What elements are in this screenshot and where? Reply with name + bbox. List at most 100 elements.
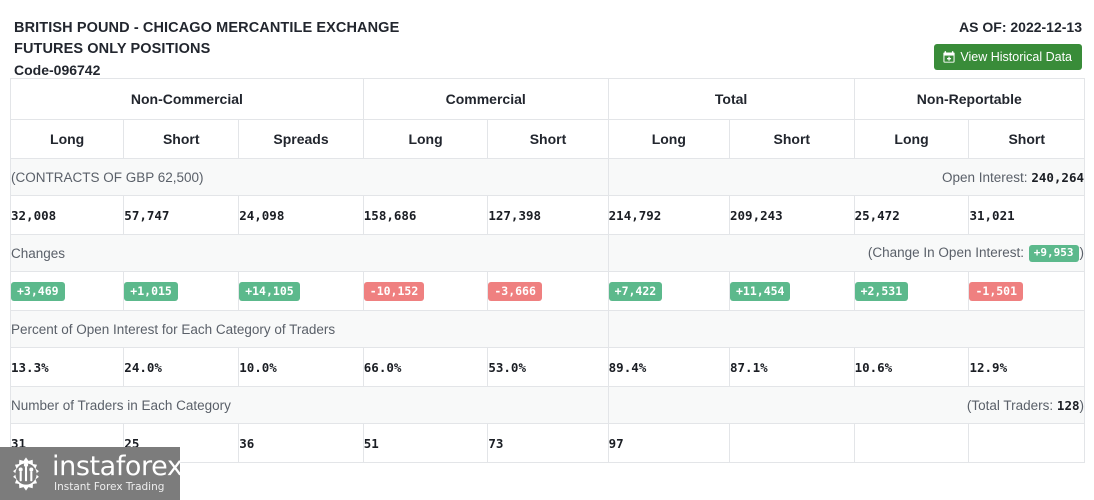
col-header-total-short: Short xyxy=(729,119,855,159)
change-cell-comm-short: -3,666 xyxy=(487,271,609,311)
position-noncomm-short: 57,747 xyxy=(123,195,240,235)
total-traders-value: 128 xyxy=(1056,397,1080,413)
change-open-interest-suffix: ) xyxy=(1079,244,1085,260)
change-badge-noncomm-spreads: +14,105 xyxy=(239,281,300,301)
header-right-block: AS OF: 2022-12-13 View Historical Data xyxy=(934,18,1082,70)
contracts-section-row: (CONTRACTS OF GBP 62,500) Open Interest:… xyxy=(10,158,1086,196)
traders-total-long: 97 xyxy=(607,423,731,463)
traders-total-short xyxy=(729,423,855,463)
percent-comm-short: 53.0% xyxy=(487,347,609,387)
total-traders-cell: (Total Traders: 128) xyxy=(607,386,1086,424)
traders-section-row: Number of Traders in Each Category (Tota… xyxy=(10,386,1086,424)
percent-noncomm-long: 13.3% xyxy=(9,347,125,387)
col-header-total-long: Long xyxy=(607,119,731,159)
positions-row: 32,008 57,747 24,098 158,686 127,398 214… xyxy=(9,195,1085,235)
position-total-short: 209,243 xyxy=(729,195,855,235)
traders-nonrep-short xyxy=(968,423,1085,463)
total-traders-label: (Total Traders: xyxy=(966,397,1054,413)
change-cell-nonrep-long: +2,531 xyxy=(853,271,970,311)
change-open-interest-label: (Change In Open Interest: xyxy=(867,244,1024,260)
group-header-total: Total xyxy=(607,78,855,120)
traders-comm-short: 73 xyxy=(487,423,609,463)
open-interest-cell: Open Interest: 240,264 xyxy=(607,158,1086,196)
change-cell-noncomm-long: +3,469 xyxy=(9,271,125,311)
col-header-nonrep-long: Long xyxy=(853,119,970,159)
change-badge-noncomm-long: +3,469 xyxy=(11,281,65,301)
change-open-interest-badge: +9,953 xyxy=(1028,244,1079,262)
traders-nonrep-long xyxy=(853,423,970,463)
instaforex-wordmark: instaforex Instant Forex Trading xyxy=(52,451,183,494)
changes-label: Changes xyxy=(10,234,609,272)
traders-noncomm-spreads: 36 xyxy=(238,423,364,463)
contracts-label: (CONTRACTS OF GBP 62,500) xyxy=(10,158,609,196)
position-noncomm-spreads: 24,098 xyxy=(238,195,364,235)
col-header-noncomm-long: Long xyxy=(9,119,125,159)
change-badge-noncomm-short: +1,015 xyxy=(124,281,178,301)
position-comm-long: 158,686 xyxy=(362,195,489,235)
col-header-nonrep-short: Short xyxy=(968,119,1085,159)
instaforex-brand-name: instaforex xyxy=(52,451,183,482)
change-cell-comm-long: -10,152 xyxy=(362,271,489,311)
change-cell-noncomm-spreads: +14,105 xyxy=(238,271,364,311)
change-cell-total-short: +11,454 xyxy=(729,271,855,311)
percent-label: Percent of Open Interest for Each Catego… xyxy=(10,310,609,348)
percent-noncomm-short: 24.0% xyxy=(123,347,240,387)
change-cell-total-long: +7,422 xyxy=(607,271,731,311)
group-header-non-commercial: Non-Commercial xyxy=(10,78,364,120)
page-subtitle: FUTURES ONLY POSITIONS xyxy=(14,41,211,57)
cot-table-head: Non-Commercial Commercial Total Non-Repo… xyxy=(9,78,1086,159)
changes-section-row: Changes (Change In Open Interest: +9,953… xyxy=(10,234,1086,272)
position-noncomm-long: 32,008 xyxy=(9,195,125,235)
instaforex-watermark: instaforex Instant Forex Trading xyxy=(0,447,183,500)
position-nonrep-long: 25,472 xyxy=(853,195,970,235)
change-open-interest-cell: (Change In Open Interest: +9,953) xyxy=(607,234,1086,272)
percent-row: 13.3% 24.0% 10.0% 66.0% 53.0% 89.4% 87.1… xyxy=(9,347,1085,387)
col-header-comm-long: Long xyxy=(362,119,489,159)
open-interest-label: Open Interest: xyxy=(941,169,1028,185)
total-traders-suffix: ) xyxy=(1079,397,1085,413)
column-header-row: Long Short Spreads Long Short Long Short… xyxy=(9,119,1085,159)
change-cell-nonrep-short: -1,501 xyxy=(968,271,1085,311)
percent-comm-long: 66.0% xyxy=(362,347,489,387)
percent-total-long: 89.4% xyxy=(607,347,731,387)
calendar-plus-icon xyxy=(943,51,955,63)
cot-table-wrapper: Non-Commercial Commercial Total Non-Repo… xyxy=(9,78,1086,463)
position-comm-short: 127,398 xyxy=(487,195,609,235)
changes-row: +3,469 +1,015 +14,105 -10,152 -3,666 +7,… xyxy=(9,271,1085,311)
report-header: BRITISH POUND - CHICAGO MERCANTILE EXCHA… xyxy=(0,0,1094,78)
traders-label: Number of Traders in Each Category xyxy=(10,386,609,424)
cot-table: Non-Commercial Commercial Total Non-Repo… xyxy=(9,78,1086,463)
group-header-non-reportable: Non-Reportable xyxy=(853,78,1086,120)
position-nonrep-short: 31,021 xyxy=(968,195,1085,235)
as-of-date: AS OF: 2022-12-13 xyxy=(959,19,1082,35)
change-badge-comm-long: -10,152 xyxy=(363,281,425,301)
change-badge-nonrep-short: -1,501 xyxy=(969,281,1024,301)
col-header-comm-short: Short xyxy=(487,119,609,159)
traders-comm-long: 51 xyxy=(362,423,489,463)
open-interest-value: 240,264 xyxy=(1031,169,1084,185)
instaforex-tagline: Instant Forex Trading xyxy=(54,481,165,493)
position-total-long: 214,792 xyxy=(607,195,731,235)
instaforex-gear-logo-icon xyxy=(7,455,45,493)
page-title: BRITISH POUND - CHICAGO MERCANTILE EXCHA… xyxy=(14,20,400,36)
percent-total-short: 87.1% xyxy=(729,347,855,387)
report-title-block: BRITISH POUND - CHICAGO MERCANTILE EXCHA… xyxy=(14,18,1082,81)
percent-nonrep-long: 10.6% xyxy=(853,347,970,387)
cot-table-body: (CONTRACTS OF GBP 62,500) Open Interest:… xyxy=(9,158,1086,463)
change-badge-comm-short: -3,666 xyxy=(488,281,542,301)
percent-section-row: Percent of Open Interest for Each Catego… xyxy=(10,310,1086,348)
change-badge-nonrep-long: +2,531 xyxy=(854,281,909,301)
group-header-row: Non-Commercial Commercial Total Non-Repo… xyxy=(10,78,1086,120)
percent-section-spacer xyxy=(607,310,1086,348)
view-historical-data-label: View Historical Data xyxy=(960,50,1072,64)
change-cell-noncomm-short: +1,015 xyxy=(123,271,240,311)
cot-report-page: BRITISH POUND - CHICAGO MERCANTILE EXCHA… xyxy=(0,0,1094,500)
change-badge-total-short: +11,454 xyxy=(730,281,791,301)
col-header-noncomm-spreads: Spreads xyxy=(238,119,364,159)
col-header-noncomm-short: Short xyxy=(123,119,240,159)
percent-noncomm-spreads: 10.0% xyxy=(238,347,364,387)
change-badge-total-long: +7,422 xyxy=(608,281,663,301)
group-header-commercial: Commercial xyxy=(362,78,609,120)
view-historical-data-button[interactable]: View Historical Data xyxy=(934,44,1082,70)
percent-nonrep-short: 12.9% xyxy=(968,347,1085,387)
